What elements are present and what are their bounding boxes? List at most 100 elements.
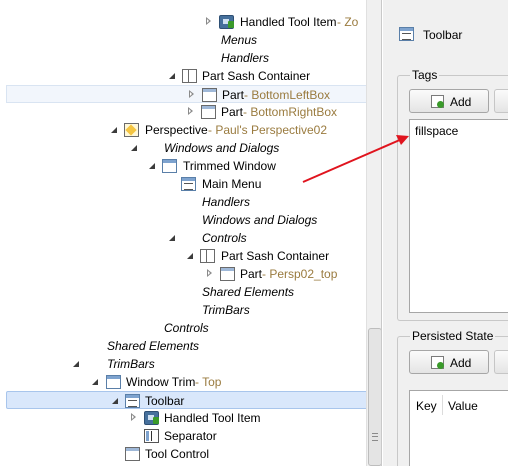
tool-control-icon xyxy=(125,447,140,461)
tree-item-label: Controls xyxy=(202,231,247,245)
tree-item-label: Handlers xyxy=(202,195,251,209)
tree-item-label: Windows and Dialogs xyxy=(164,141,280,155)
tool-item-icon xyxy=(144,411,159,425)
tree-scrollbar[interactable] xyxy=(366,0,381,466)
persisted-state-add-button[interactable]: Add xyxy=(409,350,489,374)
expand-arrow-icon[interactable] xyxy=(186,103,196,121)
expand-arrow-icon[interactable] xyxy=(187,86,197,104)
tree-row-handled-tool-item[interactable]: Handled Tool Item - Zo xyxy=(0,13,368,31)
window-trim-icon xyxy=(106,375,121,389)
expand-arrow-icon[interactable] xyxy=(129,409,139,427)
add-button-label: Add xyxy=(450,356,472,370)
add-icon xyxy=(431,356,444,369)
tree-item-label: Handlers xyxy=(221,51,270,65)
toolbar-icon xyxy=(399,27,414,41)
persisted-state-remove-button[interactable] xyxy=(494,350,508,374)
tree-item-label: Handled Tool Item xyxy=(164,411,261,425)
part-icon xyxy=(201,105,216,119)
tree-row-main-menu[interactable]: Main Menu xyxy=(0,175,368,193)
tree-row-handled-tool-item[interactable]: Handled Tool Item xyxy=(0,409,368,427)
column-header-key[interactable]: Key xyxy=(416,399,437,413)
tree-row-separator[interactable]: Separator xyxy=(0,427,368,445)
tree-item-suffix: - Zo xyxy=(337,15,359,29)
tree-item-label: Tool Control xyxy=(145,447,210,461)
column-divider[interactable] xyxy=(442,395,443,415)
sash-container-icon xyxy=(200,249,215,263)
expand-arrow-icon[interactable] xyxy=(205,265,215,283)
tree-item-label: Part xyxy=(222,88,245,102)
tree-row-controls[interactable]: Controls xyxy=(0,319,368,337)
expand-arrow-icon[interactable] xyxy=(204,13,214,31)
add-button-label: Add xyxy=(450,95,472,109)
tags-group: Tags Add fillspace xyxy=(397,68,508,321)
tags-group-label: Tags xyxy=(410,68,440,82)
details-panel: Toolbar Tags Add fillspace Persisted Sta… xyxy=(383,0,508,466)
tree-item-label: Menus xyxy=(221,33,258,47)
tree-item-label: Windows and Dialogs xyxy=(202,213,318,227)
tree-item-label: Shared Elements xyxy=(107,339,200,353)
tree-row-controls[interactable]: Controls xyxy=(0,229,368,247)
persisted-state-group-label: Persisted State xyxy=(410,329,496,343)
tree-item-label: Part Sash Container xyxy=(202,69,311,83)
tree-row-menus[interactable]: Menus xyxy=(0,31,368,49)
tree-row-window-trim[interactable]: Window Trim - Top xyxy=(0,373,368,391)
tags-remove-button[interactable] xyxy=(494,89,508,113)
collapse-arrow-icon[interactable] xyxy=(186,247,196,265)
persisted-state-table[interactable]: Key Value xyxy=(409,390,508,466)
tags-add-button[interactable]: Add xyxy=(409,89,489,113)
tree-item-label: Part Sash Container xyxy=(221,249,330,263)
sash-container-icon xyxy=(182,69,197,83)
tree-row-part-sash-container[interactable]: Part Sash Container xyxy=(0,247,368,265)
tree-item-suffix: - Paul's Perspective02 xyxy=(208,123,328,137)
tree-row-part-bottomleftbox[interactable]: Part - BottomLeftBox xyxy=(6,85,368,103)
perspective-icon xyxy=(124,123,139,137)
tree-item-suffix: - BottomRightBox xyxy=(243,105,338,119)
tree-row-tool-control[interactable]: Tool Control xyxy=(0,445,368,463)
collapse-arrow-icon[interactable] xyxy=(111,392,121,410)
tree-row-part-persp02-top[interactable]: Part - Persp02_top xyxy=(0,265,368,283)
tree-item-label: Window Trim xyxy=(126,375,196,389)
tree-item-label: Controls xyxy=(164,321,209,335)
collapse-arrow-icon[interactable] xyxy=(72,355,82,373)
tree-item-suffix: - Top xyxy=(195,375,222,389)
tree-row-shared-elements[interactable]: Shared Elements xyxy=(0,283,368,301)
toolbar-icon xyxy=(125,394,140,408)
window-icon xyxy=(162,159,177,173)
tree-row-trimbars[interactable]: TrimBars xyxy=(0,355,368,373)
tree-row-part-bottomrightbox[interactable]: Part - BottomRightBox xyxy=(0,103,368,121)
tree-row-windows-and-dialogs[interactable]: Windows and Dialogs xyxy=(0,211,368,229)
tree-row-part-sash-container[interactable]: Part Sash Container xyxy=(0,67,368,85)
tree-row-perspective[interactable]: Perspective - Paul's Perspective02 xyxy=(0,121,368,139)
tree-item-label: Toolbar xyxy=(145,394,185,408)
tree-item-label: Shared Elements xyxy=(202,285,295,299)
tag-entry[interactable]: fillspace xyxy=(415,124,458,138)
separator-icon xyxy=(144,429,159,443)
collapse-arrow-icon[interactable] xyxy=(91,373,101,391)
tags-list[interactable]: fillspace xyxy=(409,119,508,313)
tree-row-toolbar[interactable]: Toolbar xyxy=(6,391,368,409)
model-tree[interactable]: Handled Tool Item - Zo Menus Handlers Pa… xyxy=(0,0,382,466)
persisted-state-group: Persisted State Add Key Value xyxy=(397,329,508,466)
tree-row-trimmed-window[interactable]: Trimmed Window xyxy=(0,157,368,175)
collapse-arrow-icon[interactable] xyxy=(148,157,158,175)
tree-item-label: Separator xyxy=(164,429,217,443)
tree-row-shared-elements[interactable]: Shared Elements xyxy=(0,337,368,355)
scrollbar-thumb[interactable] xyxy=(368,328,381,466)
collapse-arrow-icon[interactable] xyxy=(130,139,140,157)
add-icon xyxy=(431,95,444,108)
collapse-arrow-icon[interactable] xyxy=(168,67,178,85)
collapse-arrow-icon[interactable] xyxy=(168,229,178,247)
menu-icon xyxy=(181,177,196,191)
tree-row-windows-and-dialogs[interactable]: Windows and Dialogs xyxy=(0,139,368,157)
tree-row-handlers[interactable]: Handlers xyxy=(0,49,368,67)
details-header: Toolbar xyxy=(399,26,508,44)
part-icon xyxy=(202,88,217,102)
column-header-value[interactable]: Value xyxy=(448,399,478,413)
tree-item-suffix: - BottomLeftBox xyxy=(244,88,331,102)
tree-item-label: Perspective xyxy=(145,123,208,137)
collapse-arrow-icon[interactable] xyxy=(110,121,120,139)
tree-item-label: Part xyxy=(240,267,263,281)
tree-row-trimbars[interactable]: TrimBars xyxy=(0,301,368,319)
part-icon xyxy=(220,267,235,281)
tree-row-handlers[interactable]: Handlers xyxy=(0,193,368,211)
